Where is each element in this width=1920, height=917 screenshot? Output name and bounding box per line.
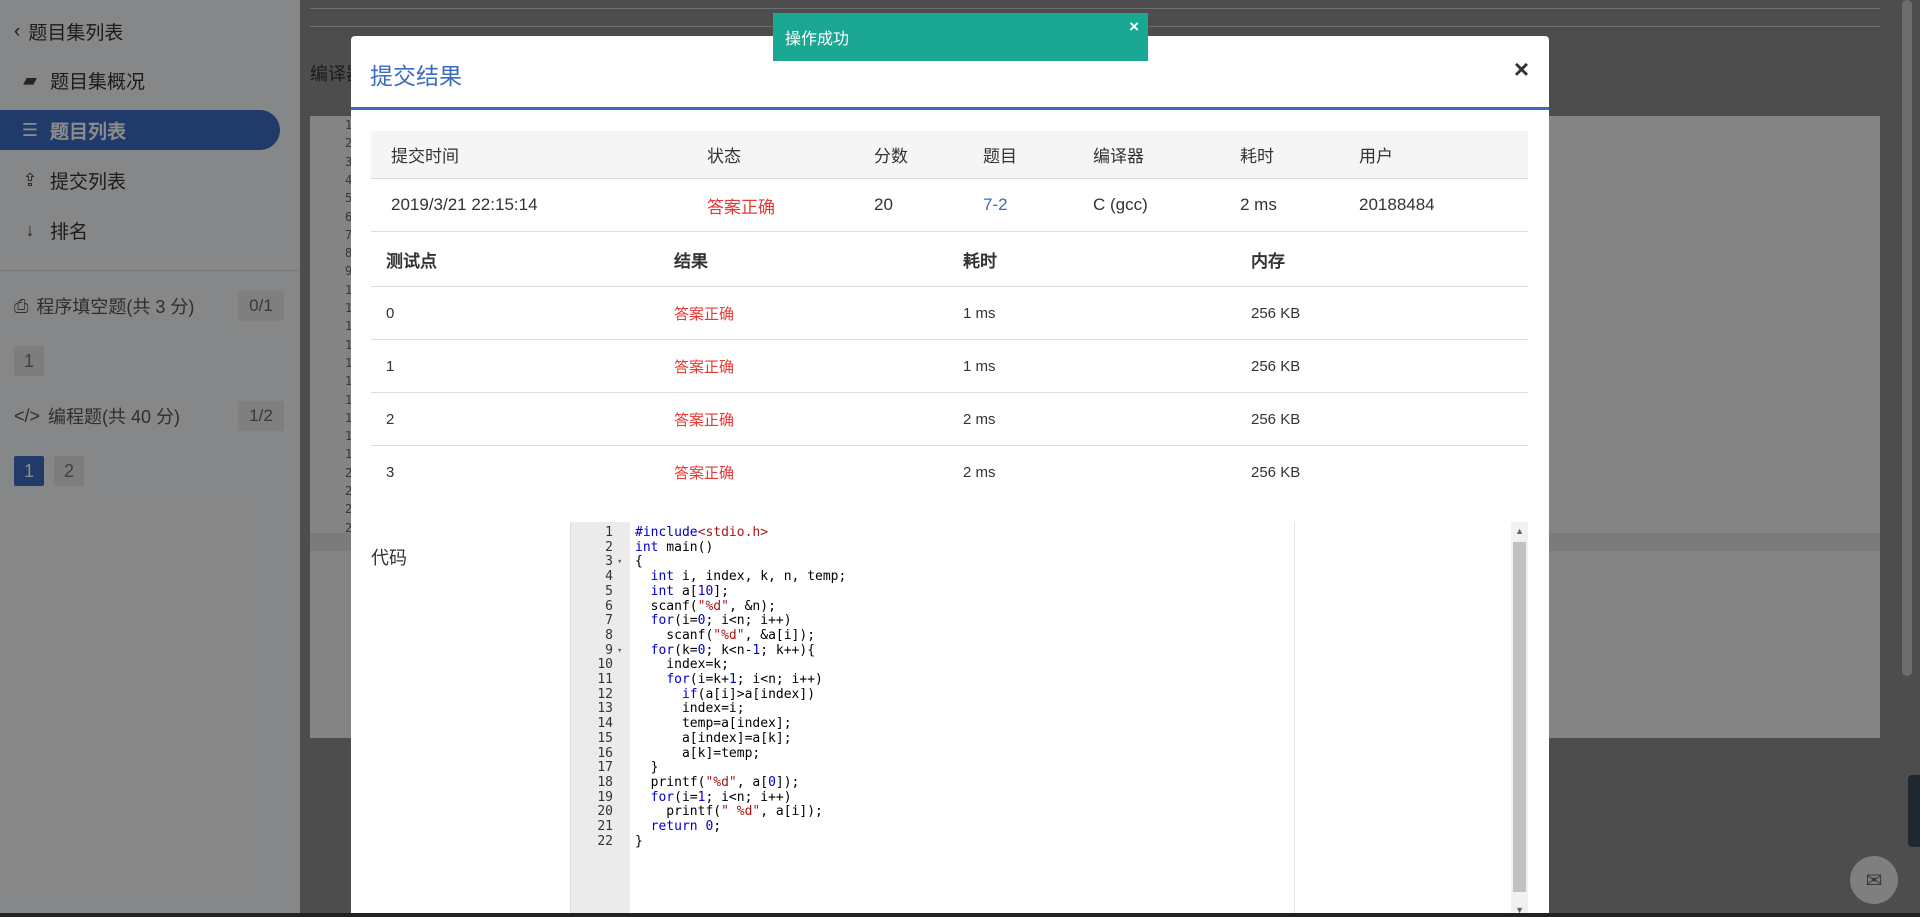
code-label: 代码 bbox=[371, 548, 407, 568]
column-header: 编译器 bbox=[1093, 147, 1144, 166]
problem-link[interactable]: 7-2 bbox=[983, 179, 1008, 231]
testcase-id: 1 bbox=[386, 357, 395, 375]
testcase-time: 2 ms bbox=[963, 410, 996, 428]
testcase-id: 3 bbox=[386, 464, 395, 481]
column-header: 测试点 bbox=[386, 251, 437, 271]
table-header-row: 测试点 结果 耗时 内存 bbox=[371, 232, 1528, 287]
testcase-result: 答案正确 bbox=[674, 305, 735, 323]
scroll-up-icon[interactable]: ▲ bbox=[1515, 526, 1524, 536]
testcase-memory: 256 KB bbox=[1251, 304, 1301, 322]
testcase-id: 2 bbox=[386, 410, 395, 428]
testcase-time: 1 ms bbox=[963, 357, 996, 375]
code-scrollbar[interactable]: ▲ ▼ bbox=[1511, 522, 1528, 917]
success-toast: 操作成功 × bbox=[773, 13, 1148, 61]
column-header: 耗时 bbox=[1240, 147, 1274, 166]
column-header: 结果 bbox=[674, 251, 708, 271]
table-row: 2019/3/21 22:15:14 答案正确 20 7-2 C (gcc) 2… bbox=[371, 179, 1528, 232]
column-header: 提交时间 bbox=[391, 147, 459, 166]
submission-status: 答案正确 bbox=[707, 197, 775, 217]
line-number: 22 bbox=[597, 833, 613, 849]
testcase-id: 0 bbox=[386, 304, 395, 322]
close-icon[interactable]: × bbox=[1514, 54, 1529, 85]
column-header: 题目 bbox=[983, 147, 1017, 166]
testcase-result: 答案正确 bbox=[674, 358, 735, 376]
testcase-memory: 256 KB bbox=[1251, 464, 1301, 481]
column-header: 状态 bbox=[707, 147, 741, 166]
testcase-memory: 256 KB bbox=[1251, 410, 1301, 428]
table-row: 2 答案正确 2 ms 256 KB bbox=[371, 393, 1528, 446]
column-header: 耗时 bbox=[963, 251, 997, 271]
submission-result-modal: 提交结果 × 提交时间 状态 分数 题目 编译器 耗时 用户 2019/3/21… bbox=[351, 36, 1549, 917]
testcase-table: 测试点 结果 耗时 内存 0 答案正确 1 ms 256 KB 1 答案正确 1… bbox=[371, 232, 1528, 499]
table-row: 3 答案正确 2 ms 256 KB bbox=[371, 446, 1528, 499]
submission-time: 2019/3/21 22:15:14 bbox=[391, 195, 538, 214]
table-row: 0 答案正确 1 ms 256 KB bbox=[371, 287, 1528, 340]
code-line: 22} bbox=[571, 833, 1291, 851]
testcase-result: 答案正确 bbox=[674, 465, 735, 482]
print-margin bbox=[1294, 522, 1295, 917]
testcase-result: 答案正确 bbox=[674, 411, 735, 429]
modal-title: 提交结果 bbox=[370, 63, 462, 89]
testcase-memory: 256 KB bbox=[1251, 357, 1301, 375]
code-text: } bbox=[635, 833, 643, 849]
column-header: 用户 bbox=[1359, 147, 1393, 166]
testcase-time: 2 ms bbox=[963, 464, 996, 481]
close-icon[interactable]: × bbox=[1129, 17, 1139, 37]
taskbar-strip bbox=[0, 913, 1920, 917]
table-row: 1 答案正确 1 ms 256 KB bbox=[371, 340, 1528, 393]
submission-score: 20 bbox=[874, 195, 893, 214]
column-header: 分数 bbox=[874, 147, 908, 166]
submission-duration: 2 ms bbox=[1240, 195, 1277, 214]
code-viewer[interactable]: ▲ ▼ 1 #include<stdio.h> 2 int main() 3 ▾{4 in… bbox=[570, 522, 1528, 917]
table-header-row: 提交时间 状态 分数 题目 编译器 耗时 用户 bbox=[371, 131, 1528, 179]
toast-message: 操作成功 bbox=[785, 31, 850, 48]
submission-summary-table: 提交时间 状态 分数 题目 编译器 耗时 用户 2019/3/21 22:15:… bbox=[371, 131, 1528, 232]
testcase-time: 1 ms bbox=[963, 304, 996, 322]
submission-user: 20188484 bbox=[1359, 195, 1435, 214]
column-header: 内存 bbox=[1251, 251, 1285, 271]
code-scrollbar-thumb[interactable] bbox=[1513, 542, 1526, 892]
submission-compiler: C (gcc) bbox=[1093, 195, 1148, 214]
